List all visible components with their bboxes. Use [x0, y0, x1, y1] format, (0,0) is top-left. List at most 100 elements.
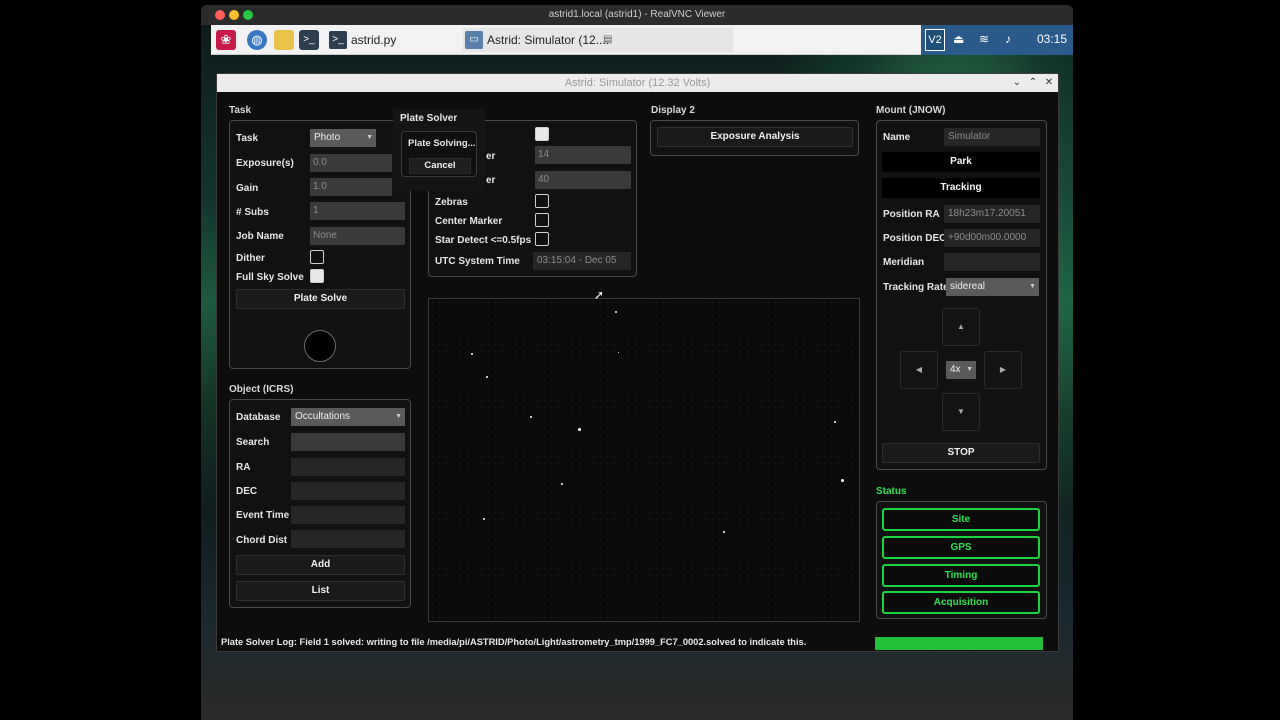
zebras-label: Zebras — [435, 197, 468, 208]
object-panel — [229, 399, 411, 608]
subs-field[interactable]: 1 — [310, 202, 405, 220]
display2-section-label: Display 2 — [651, 105, 695, 116]
display-row2-label: er — [486, 175, 496, 186]
search-input[interactable] — [291, 433, 405, 451]
raspberry-menu-icon[interactable]: ❀ — [216, 30, 236, 50]
acquisition-status-button[interactable]: Acquisition — [882, 591, 1040, 614]
position-dec-label: Position DEC — [883, 233, 947, 244]
camera-image[interactable] — [428, 298, 860, 622]
eject-icon[interactable]: ⏏ — [953, 32, 964, 46]
position-ra-field: 18h23m17.20051 — [944, 205, 1040, 223]
jog-west-button[interactable]: ◀ — [900, 351, 938, 389]
star — [723, 531, 725, 533]
close-icon[interactable]: ✕ — [1042, 75, 1056, 91]
volume-icon[interactable]: ♪ — [1005, 32, 1011, 46]
capture-indicator[interactable] — [304, 330, 336, 362]
list-button[interactable]: List — [236, 581, 405, 601]
folder-icon[interactable] — [274, 30, 294, 50]
subs-label: # Subs — [236, 207, 269, 218]
taskbar: ❀ ◍ >_ >_ astrid.py ▭ Astrid: Simulator … — [211, 25, 1073, 55]
star — [561, 483, 563, 485]
zoom-dot-icon[interactable] — [243, 10, 253, 20]
dither-checkbox[interactable] — [310, 250, 324, 264]
database-dropdown[interactable]: Occultations ▼ — [291, 408, 405, 426]
chevron-down-icon: ▼ — [395, 413, 402, 420]
taskbar-item-label: astrid.py — [351, 33, 397, 47]
full-sky-label: Full Sky Solve — [236, 272, 304, 283]
exposure-field[interactable]: 0.0 — [310, 154, 392, 172]
plate-solve-button[interactable]: Plate Solve — [236, 289, 405, 309]
plate-solving-status: Plate Solving... — [408, 138, 476, 149]
star-detect-label: Star Detect <=0.5fps — [435, 235, 532, 246]
vnc-titlebar: astrid1.local (astrid1) - RealVNC Viewer — [201, 5, 1073, 25]
event-time-field — [291, 506, 405, 524]
star-detect-checkbox[interactable] — [535, 232, 549, 246]
mount-section-label: Mount (JNOW) — [876, 105, 946, 116]
task-dropdown[interactable]: Photo ▼ — [310, 129, 376, 147]
star — [834, 421, 836, 423]
plate-solver-title: Plate Solver — [400, 113, 458, 124]
stop-button[interactable]: STOP — [882, 443, 1040, 463]
display-row1-field[interactable]: 14 — [535, 146, 631, 164]
position-ra-label: Position RA — [883, 209, 940, 220]
display-row2-field[interactable]: 40 — [535, 171, 631, 189]
gain-field[interactable]: 1.0 — [310, 178, 392, 196]
maximize-icon[interactable]: ⌃ — [1026, 75, 1040, 91]
zebras-checkbox[interactable] — [535, 194, 549, 208]
vnc-server-icon[interactable]: V2 — [925, 29, 945, 51]
star — [483, 518, 485, 520]
progress-bar — [875, 637, 1043, 650]
app-title: Astrid: Simulator (12.32 Volts) — [564, 77, 711, 89]
tracking-rate-label: Tracking Rate — [883, 282, 949, 293]
exposure-analysis-button[interactable]: Exposure Analysis — [657, 127, 853, 147]
dither-label: Dither — [236, 253, 265, 264]
cancel-button[interactable]: Cancel — [409, 158, 471, 174]
full-sky-checkbox[interactable] — [310, 269, 324, 283]
add-button[interactable]: Add — [236, 555, 405, 575]
taskbar-item-astrid-simulator[interactable]: ▭ Astrid: Simulator (12.... ▤ — [463, 28, 733, 52]
dec-field — [291, 482, 405, 500]
job-name-field[interactable]: None — [310, 227, 405, 245]
plate-solver-log: Plate Solver Log: Field 1 solved: writin… — [221, 637, 807, 647]
site-status-button[interactable]: Site — [882, 508, 1040, 531]
mount-name-field: Simulator — [944, 128, 1040, 146]
tracking-rate-value: sidereal — [950, 281, 986, 292]
globe-icon[interactable]: ◍ — [247, 30, 267, 50]
mount-name-label: Name — [883, 132, 911, 143]
event-time-label: Event Time — [236, 510, 290, 521]
tracking-button[interactable]: Tracking — [882, 178, 1040, 198]
gain-label: Gain — [236, 183, 259, 194]
terminal-icon: >_ — [329, 31, 347, 49]
position-dec-field: +90d00m00.0000 — [944, 229, 1040, 247]
tracking-rate-dropdown[interactable]: sidereal ▼ — [946, 278, 1039, 296]
jog-south-button[interactable]: ▼ — [942, 393, 980, 431]
terminal-icon[interactable]: >_ — [299, 30, 319, 50]
close-dot-icon[interactable] — [215, 10, 225, 20]
jog-speed-dropdown[interactable]: 4x ▼ — [946, 361, 976, 379]
gps-status-button[interactable]: GPS — [882, 536, 1040, 559]
taskbar-item-astrid-py[interactable]: >_ astrid.py — [327, 28, 447, 52]
display-checkbox[interactable] — [535, 127, 549, 141]
chord-dist-field — [291, 530, 405, 548]
exposure-label: Exposure(s) — [236, 158, 294, 169]
timing-status-button[interactable]: Timing — [882, 564, 1040, 587]
meridian-field — [944, 253, 1040, 271]
wifi-icon[interactable]: ≋ — [979, 32, 989, 46]
center-marker-label: Center Marker — [435, 216, 503, 227]
jog-north-button[interactable]: ▲ — [942, 308, 980, 346]
chevron-down-icon: ▼ — [966, 366, 973, 373]
chevron-down-icon: ▼ — [366, 134, 373, 141]
chord-dist-label: Chord Dist — [236, 535, 288, 546]
plate-solver-body: Plate Solving... Cancel — [401, 131, 477, 177]
object-section-label: Object (ICRS) — [229, 384, 294, 395]
jog-east-button[interactable]: ▶ — [984, 351, 1022, 389]
minimize-icon[interactable]: ⌄ — [1010, 75, 1024, 91]
center-marker-checkbox[interactable] — [535, 213, 549, 227]
clock: 03:15 — [1037, 32, 1068, 46]
star — [615, 311, 617, 313]
chevron-down-icon: ▼ — [1029, 283, 1036, 290]
park-button[interactable]: Park — [882, 152, 1040, 172]
screen: T E F D D astrid1.local (astrid1) - Real… — [0, 0, 1280, 720]
minimize-dot-icon[interactable] — [229, 10, 239, 20]
app-titlebar: Astrid: Simulator (12.32 Volts) ⌄ ⌃ ✕ — [217, 74, 1058, 92]
